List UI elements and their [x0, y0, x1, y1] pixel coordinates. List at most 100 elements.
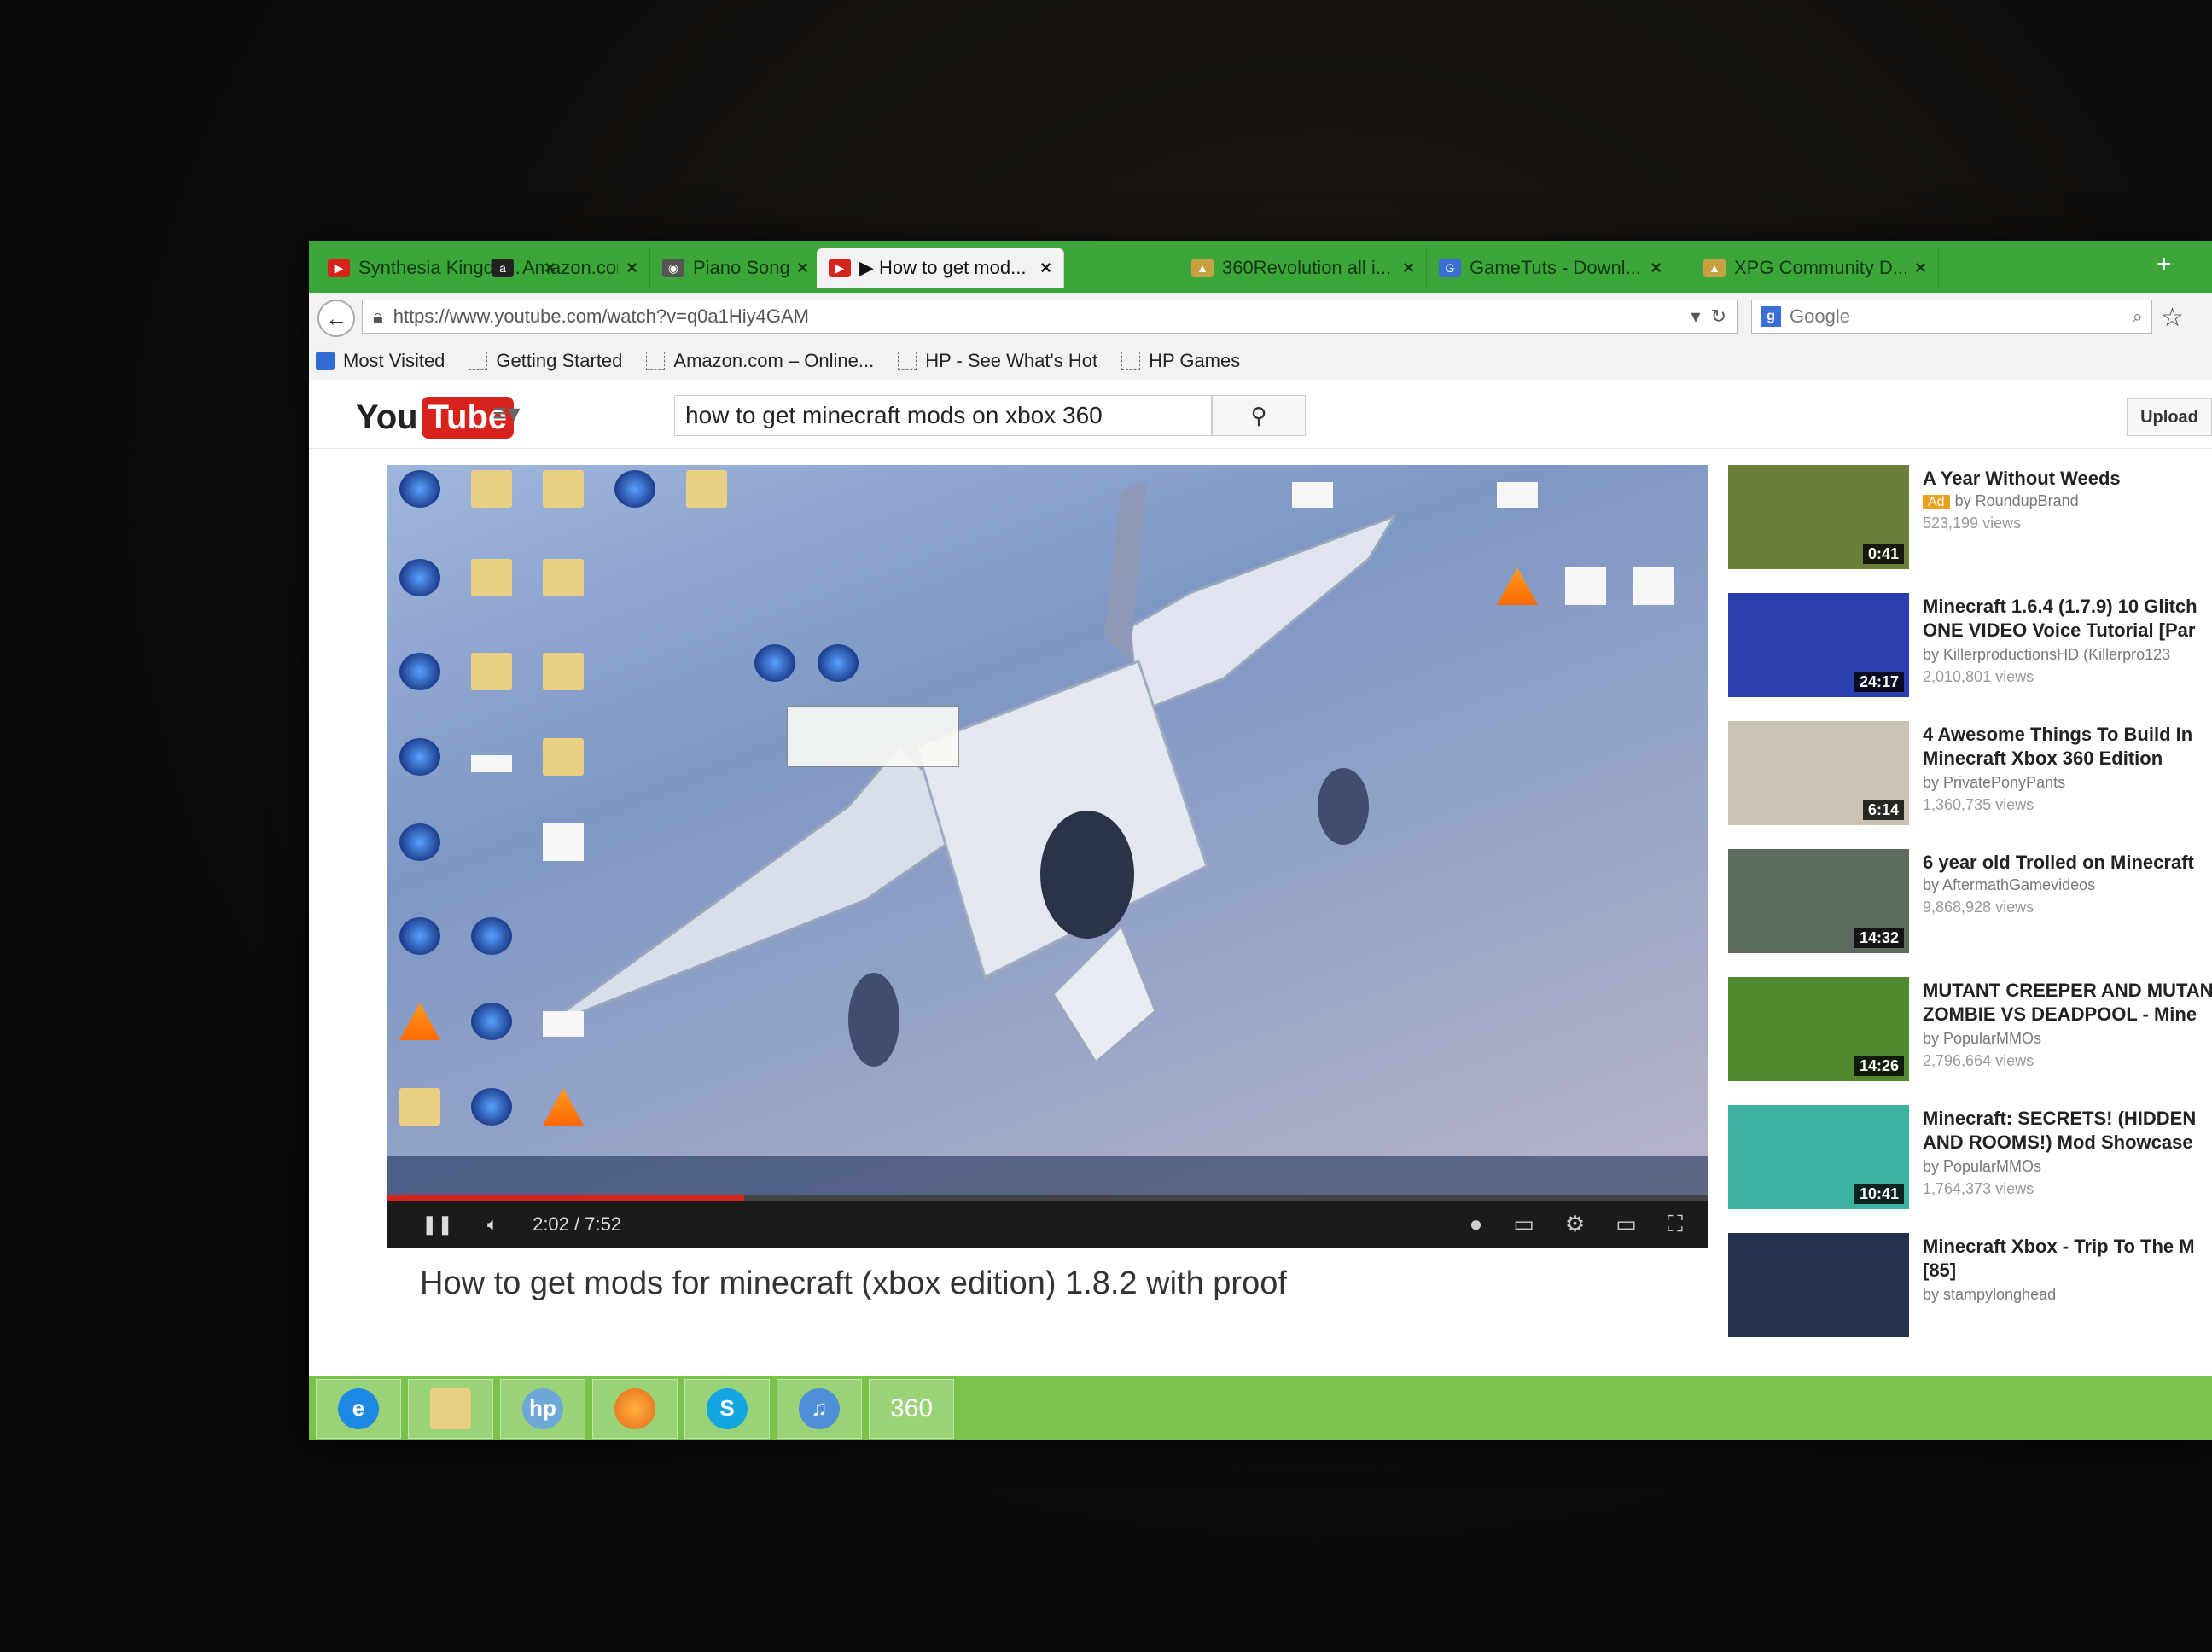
related-video[interactable]: 10:41 Minecraft: SECRETS! (HIDDEN AND RO…	[1728, 1105, 2212, 1216]
back-button[interactable]: ←	[317, 300, 355, 337]
related-video-title[interactable]: Minecraft Xbox - Trip To The M	[1923, 1235, 2212, 1259]
upload-button[interactable]: Upload	[2127, 398, 2212, 436]
video-thumbnail[interactable]: 14:26	[1728, 977, 1909, 1081]
close-icon[interactable]: ×	[1040, 257, 1051, 279]
related-video-title[interactable]: 6 year old Trolled on Minecraft	[1923, 851, 2212, 875]
most-visited-icon	[316, 352, 335, 370]
related-video-title[interactable]: Minecraft 1.6.4 (1.7.9) 10 Glitch	[1923, 595, 2212, 619]
close-icon[interactable]: ×	[797, 257, 808, 279]
related-video[interactable]: 0:41 A Year Without Weeds Ad by RoundupBr…	[1728, 465, 2212, 576]
bookmark-most-visited[interactable]: Most Visited	[316, 350, 445, 372]
related-video-title-line2[interactable]: ONE VIDEO Voice Tutorial [Par	[1923, 619, 2212, 643]
related-video-title-line2[interactable]: Minecraft Xbox 360 Edition	[1923, 747, 2212, 771]
taskbar-itunes[interactable]: ♫	[777, 1378, 862, 1439]
youtube-icon: ▶	[328, 259, 350, 277]
url-bar[interactable]: 🔒︎ https://www.youtube.com/watch?v=q0a1H…	[362, 300, 1738, 334]
channel-name: by stampylonghead	[1923, 1286, 2057, 1303]
video-duration: 10:41	[1854, 1184, 1904, 1204]
amazon-icon: a	[492, 259, 514, 277]
url-text: https://www.youtube.com/watch?v=q0a1Hiy4…	[393, 305, 810, 327]
tab-xpg-community[interactable]: ▲ XPG Community D... ×	[1691, 248, 1939, 288]
video-duration: 14:32	[1854, 928, 1904, 948]
related-video-title[interactable]: A Year Without Weeds	[1923, 467, 2212, 491]
bookmark-getting-started[interactable]: Getting Started	[469, 350, 622, 372]
related-video-title[interactable]: MUTANT CREEPER AND MUTAN	[1923, 979, 2212, 1003]
desktop-icon	[399, 738, 440, 776]
guide-menu-icon[interactable]: ≡▾	[492, 398, 521, 428]
taskbar-hp[interactable]: hp	[500, 1378, 585, 1439]
desktop-icon	[399, 917, 440, 955]
video-thumbnail[interactable]: 24:17	[1728, 593, 1909, 697]
fullscreen-icon[interactable]: ⛶	[1668, 1211, 1683, 1238]
jet-illustration	[540, 482, 1398, 1067]
close-icon[interactable]: ×	[1403, 257, 1414, 279]
youtube-icon: ▶	[829, 259, 851, 277]
folder-icon	[471, 653, 512, 690]
annotations-icon[interactable]: ●	[1470, 1211, 1483, 1238]
bookmark-amazon[interactable]: Amazon.com – Online...	[646, 350, 874, 372]
video-thumbnail[interactable]: 0:41	[1728, 465, 1909, 569]
new-tab-button[interactable]: +	[2157, 250, 2172, 279]
video-thumbnail[interactable]: 14:32	[1728, 849, 1909, 953]
dropdown-icon[interactable]: ▾	[1691, 305, 1701, 328]
channel-name: by PopularMMOs	[1923, 1030, 2042, 1047]
related-video-title[interactable]: 4 Awesome Things To Build In	[1923, 723, 2212, 747]
youtube-search-button[interactable]: ⚲	[1212, 395, 1306, 436]
tab-gametuts[interactable]: G GameTuts - Downl... ×	[1427, 248, 1674, 288]
theater-mode-icon[interactable]: ▭	[1615, 1211, 1637, 1238]
taskbar-360-app[interactable]: 360	[869, 1378, 954, 1439]
related-video-title-line2[interactable]: AND ROOMS!) Mod Showcase	[1923, 1131, 2212, 1155]
mask-icon: ◉	[662, 259, 684, 277]
captions-icon[interactable]: ▭	[1513, 1211, 1534, 1238]
tab-label: GameTuts - Downl...	[1470, 257, 1641, 278]
search-icon[interactable]: ⌕	[2133, 305, 2143, 328]
bookmark-hp-games[interactable]: HP Games	[1121, 350, 1240, 372]
document-icon	[543, 823, 584, 861]
video-duration: 24:17	[1854, 672, 1904, 692]
video-duration: 0:41	[1862, 544, 1904, 564]
logo-you: You	[356, 398, 418, 436]
related-video-title-line2[interactable]: [85]	[1923, 1259, 2212, 1283]
tab-360revolution[interactable]: ▲ 360Revolution all i... ×	[1179, 248, 1427, 288]
channel-name: by PopularMMOs	[1923, 1158, 2042, 1175]
related-video[interactable]: 14:32 6 year old Trolled on Minecraft by…	[1728, 849, 2212, 960]
bookmark-label: HP - See What's Hot	[925, 350, 1098, 371]
taskbar-skype[interactable]: S	[684, 1378, 770, 1439]
related-video-title[interactable]: Minecraft: SECRETS! (HIDDEN	[1923, 1107, 2212, 1131]
bookmark-hp-whats-hot[interactable]: HP - See What's Hot	[898, 350, 1097, 372]
tab-label: Amazon.com : Ap...	[522, 257, 618, 278]
bookmark-star-icon[interactable]: ☆	[2161, 303, 2184, 333]
video-thumbnail[interactable]: 10:41	[1728, 1105, 1909, 1209]
folder-icon	[543, 653, 584, 690]
browser-search-box[interactable]: g Google ⌕	[1751, 300, 2152, 334]
close-icon[interactable]: ×	[626, 257, 637, 279]
related-video[interactable]: 14:26 MUTANT CREEPER AND MUTAN ZOMBIE VS…	[1728, 977, 2212, 1088]
page-icon: ▲	[1191, 259, 1214, 277]
video-thumbnail[interactable]	[1728, 1233, 1909, 1337]
hp-icon: hp	[522, 1387, 563, 1429]
view-count: 2,010,801 views	[1923, 668, 2034, 685]
volume-icon[interactable]: 🔈︎	[487, 1213, 498, 1236]
tab-piano-songs[interactable]: ◉ Piano Songs - Pian... ×	[650, 248, 821, 288]
taskbar-ie[interactable]: e	[316, 1378, 401, 1439]
video-thumbnail[interactable]: 6:14	[1728, 721, 1909, 825]
folder-icon	[543, 470, 584, 508]
video-player[interactable]: ❚❚ 🔈︎ 2:02 / 7:52 ● ▭ ⚙ ▭ ⛶	[387, 465, 1708, 1248]
bookmark-label: Most Visited	[343, 350, 445, 371]
close-icon[interactable]: ×	[1650, 257, 1662, 279]
related-video[interactable]: 6:14 4 Awesome Things To Build In Minecr…	[1728, 721, 2212, 832]
tab-amazon[interactable]: a Amazon.com : Ap... ×	[480, 248, 650, 288]
related-video[interactable]: 24:17 Minecraft 1.6.4 (1.7.9) 10 Glitch …	[1728, 593, 2212, 704]
reload-icon[interactable]: ↻	[1711, 305, 1726, 328]
related-video[interactable]: Minecraft Xbox - Trip To The M [85] by s…	[1728, 1233, 2212, 1344]
youtube-search-input[interactable]: how to get minecraft mods on xbox 360	[674, 395, 1212, 436]
pause-icon[interactable]: ❚❚	[422, 1213, 453, 1236]
related-video-title-line2[interactable]: ZOMBIE VS DEADPOOL - Mine	[1923, 1003, 2212, 1027]
taskbar-firefox[interactable]	[592, 1378, 678, 1439]
youtube-logo[interactable]: You Tube	[356, 397, 515, 439]
taskbar-file-explorer[interactable]	[408, 1378, 493, 1439]
google-icon: g	[1761, 306, 1781, 327]
close-icon[interactable]: ×	[1915, 257, 1926, 279]
tab-how-to-get-mods[interactable]: ▶ ▶ How to get mod... ×	[817, 248, 1064, 288]
settings-icon[interactable]: ⚙	[1565, 1211, 1585, 1238]
